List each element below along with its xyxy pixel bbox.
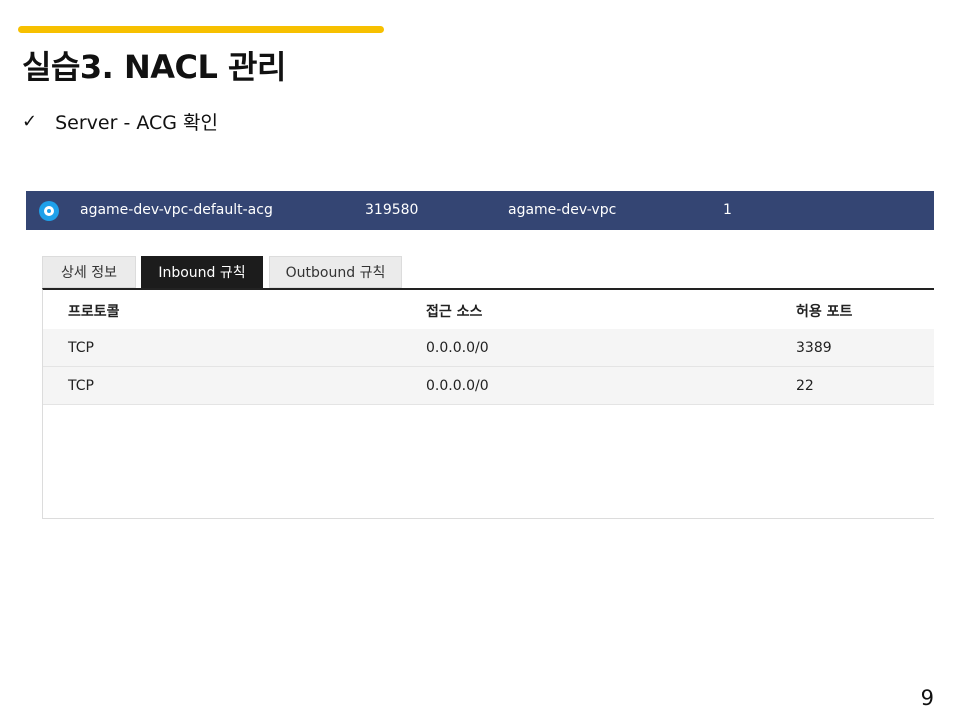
bullet-item: ✓ Server - ACG 확인 <box>22 108 218 135</box>
inbound-rules-table: 프로토콜 접근 소스 허용 포트 TCP 0.0.0.0/0 3389 TCP … <box>42 288 934 519</box>
rule-port: 22 <box>796 378 814 394</box>
header-protocol: 프로토콜 <box>68 304 120 320</box>
table-header: 프로토콜 접근 소스 허용 포트 <box>43 290 934 330</box>
rule-protocol: TCP <box>68 340 94 356</box>
page-number: 9 <box>920 686 934 710</box>
acg-name: agame-dev-vpc-default-acg <box>80 202 273 218</box>
acg-vpc: agame-dev-vpc <box>508 202 617 218</box>
acg-id: 319580 <box>365 202 419 218</box>
bullet-text: Server - ACG 확인 <box>55 112 218 134</box>
tab-outbound-rules[interactable]: Outbound 규칙 <box>269 256 402 288</box>
acg-count: 1 <box>723 202 732 218</box>
header-port: 허용 포트 <box>796 304 853 320</box>
header-source: 접근 소스 <box>426 304 483 320</box>
radio-center <box>47 209 51 213</box>
acg-list-row-selected[interactable]: agame-dev-vpc-default-acg 319580 agame-d… <box>26 191 934 230</box>
table-row[interactable]: TCP 0.0.0.0/0 3389 <box>43 329 934 367</box>
slide-title: 실습3. NACL 관리 <box>22 48 286 86</box>
title-accent-bar <box>18 26 384 33</box>
tab-inbound-rules[interactable]: Inbound 규칙 <box>141 256 263 288</box>
checkmark-icon: ✓ <box>22 111 38 132</box>
rule-source: 0.0.0.0/0 <box>426 340 489 356</box>
tab-detail-info[interactable]: 상세 정보 <box>42 256 136 288</box>
rule-protocol: TCP <box>68 378 94 394</box>
rule-source: 0.0.0.0/0 <box>426 378 489 394</box>
table-row[interactable]: TCP 0.0.0.0/0 22 <box>43 367 934 405</box>
rule-port: 3389 <box>796 340 832 356</box>
